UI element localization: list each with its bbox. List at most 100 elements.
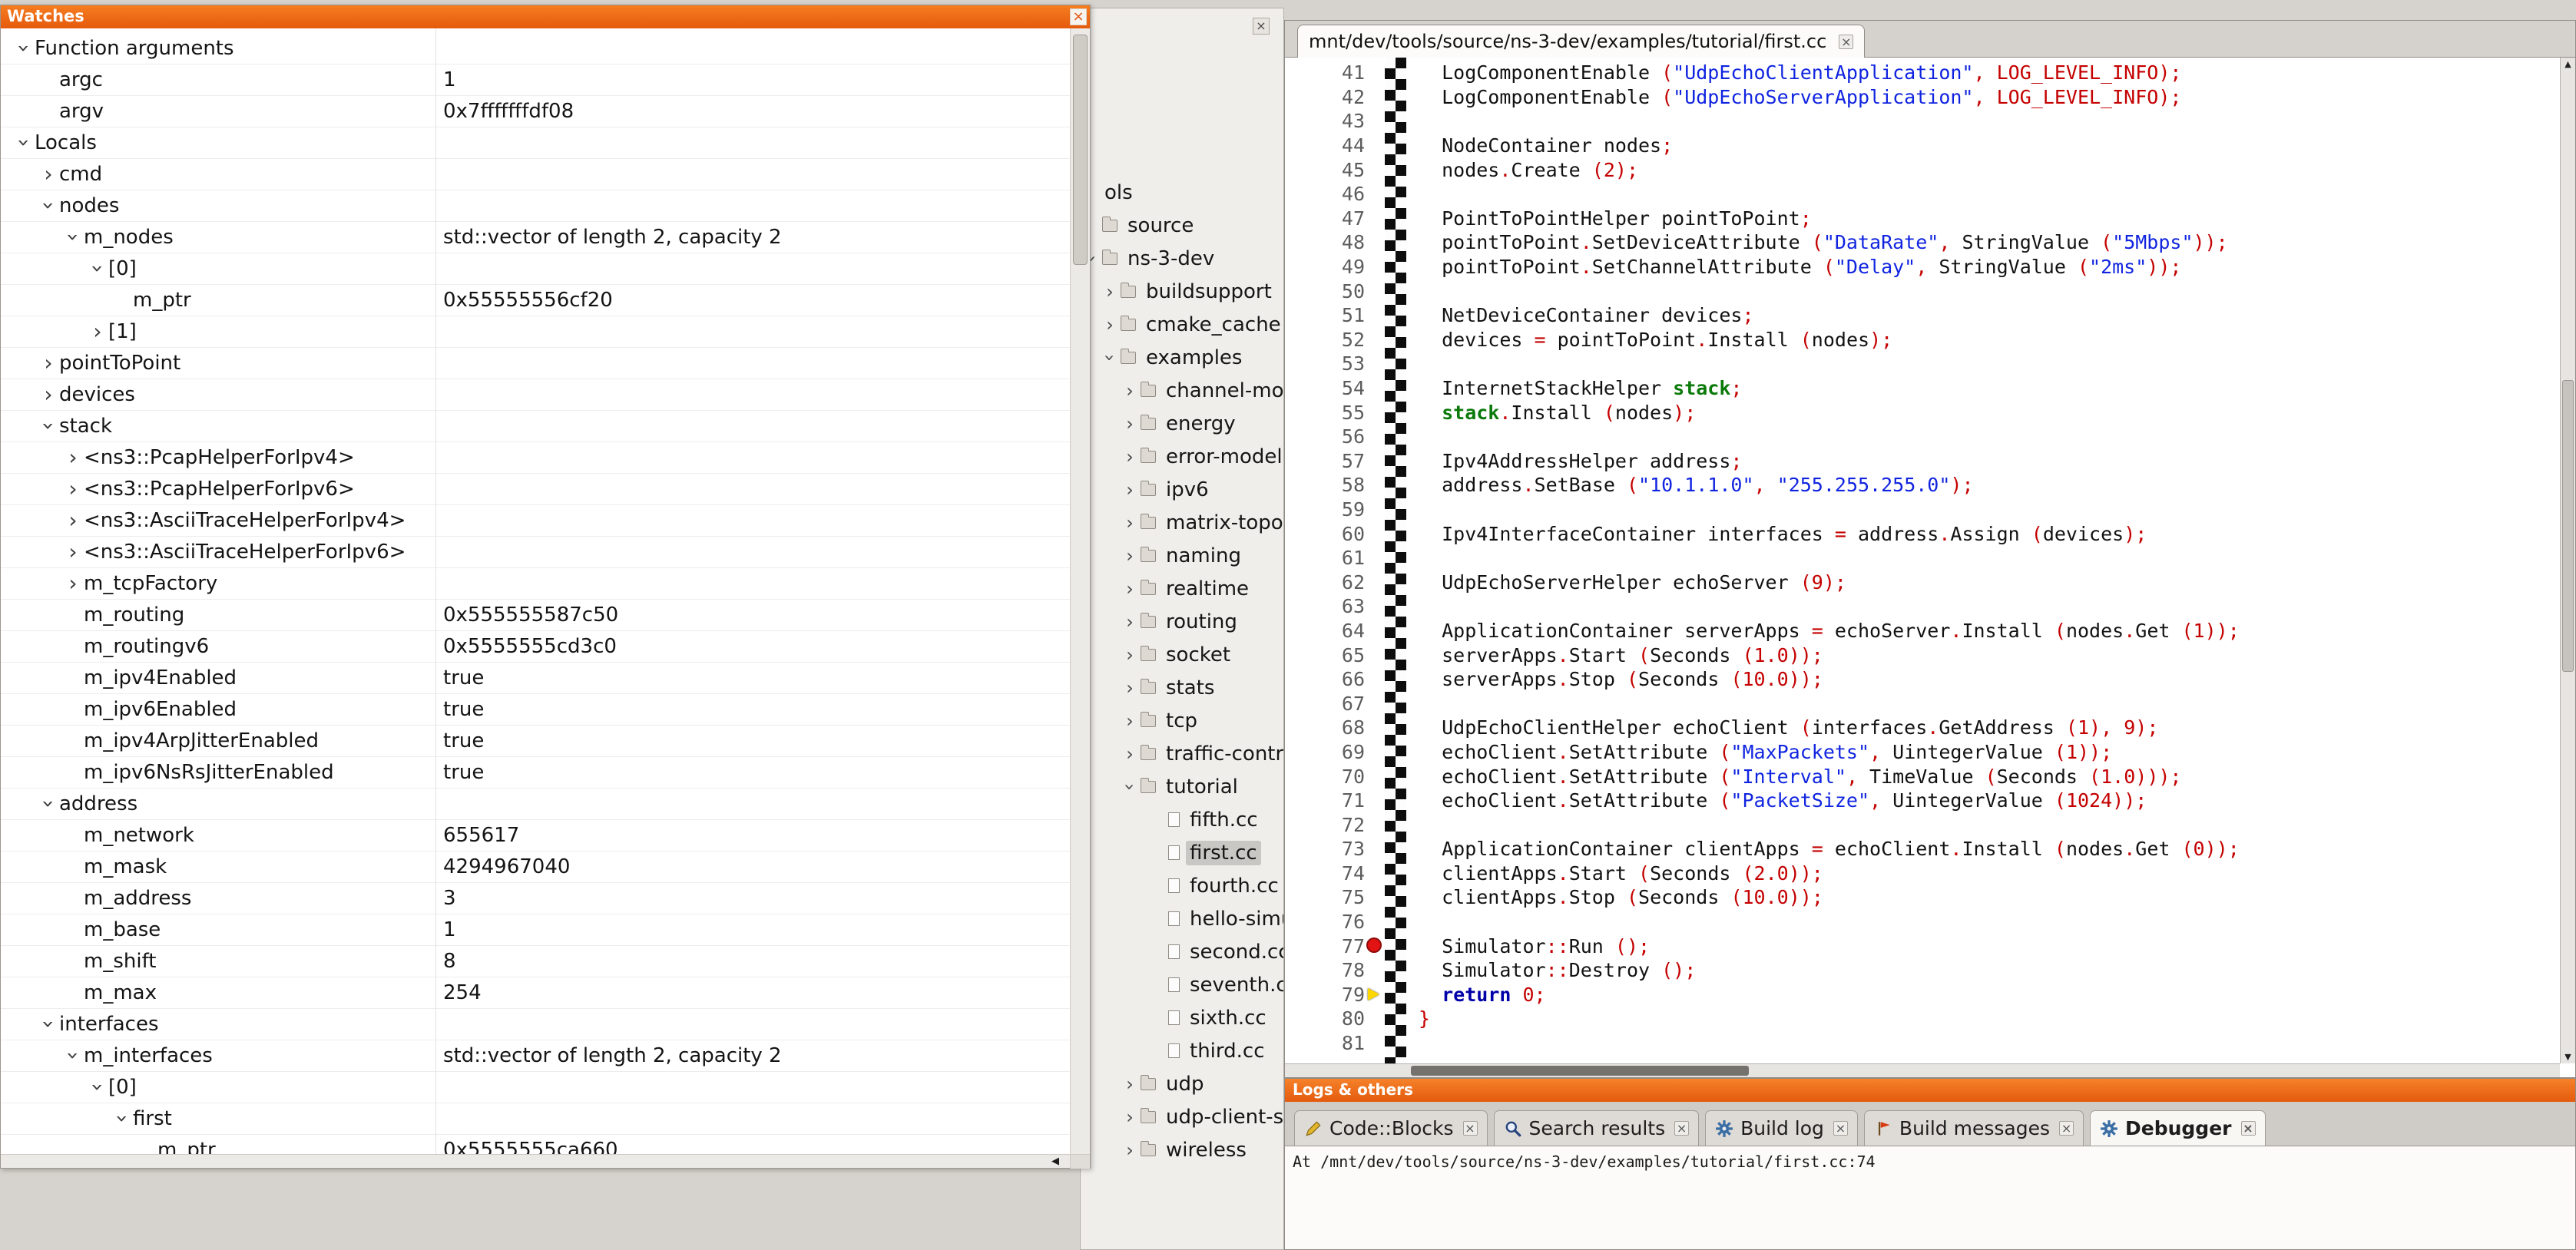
- gutter-marker-cell[interactable]: [1365, 667, 1385, 692]
- tree-item-third-cc[interactable]: ›third.cc: [1081, 1034, 1283, 1067]
- code-editor[interactable]: 41 LogComponentEnable ("UdpEchoClientApp…: [1285, 58, 2560, 1063]
- gutter-marker-cell[interactable]: [1365, 958, 1385, 983]
- collapse-icon[interactable]: ›: [13, 132, 35, 154]
- expand-icon[interactable]: ›: [1121, 745, 1139, 763]
- watch-row-devices[interactable]: ›devices: [1, 379, 1070, 411]
- tree-item-ols[interactable]: ›ols: [1081, 176, 1283, 209]
- editor-vertical-scrollbar[interactable]: ▲ ▼: [2560, 58, 2575, 1063]
- gutter-marker-cell[interactable]: [1365, 861, 1385, 886]
- gutter-marker-cell[interactable]: [1365, 303, 1385, 328]
- gutter-marker-cell[interactable]: [1365, 546, 1385, 570]
- gutter-marker-cell[interactable]: [1365, 279, 1385, 303]
- expand-icon[interactable]: ›: [1121, 547, 1139, 565]
- watch-row-ns3-pcaphelperforipv6[interactable]: ›<ns3::PcapHelperForIpv6>: [1, 474, 1070, 505]
- tree-item-traffic-contro[interactable]: ›traffic-contro: [1081, 737, 1283, 770]
- gutter-marker-cell[interactable]: [1365, 812, 1385, 837]
- watch-row-ns3-asciitracehelperforipv6[interactable]: ›<ns3::AsciiTraceHelperForIpv6>: [1, 537, 1070, 568]
- tree-item-udp-client-ser[interactable]: ›udp-client-ser: [1081, 1100, 1283, 1133]
- expand-icon[interactable]: ›: [1121, 448, 1139, 466]
- watch-row-m-mask[interactable]: ›m_mask4294967040: [1, 852, 1070, 883]
- tree-item-channel-mod[interactable]: ›channel-mod: [1081, 374, 1283, 407]
- gutter-marker-cell[interactable]: [1365, 837, 1385, 861]
- scrollbar-thumb[interactable]: [1411, 1066, 1749, 1076]
- watch-row-stack[interactable]: ›stack: [1, 411, 1070, 442]
- gutter-marker-cell[interactable]: [1365, 498, 1385, 522]
- tree-item-socket[interactable]: ›socket: [1081, 638, 1283, 671]
- scroll-down-icon[interactable]: ▼: [2561, 1052, 2575, 1062]
- gutter-marker-cell[interactable]: [1365, 570, 1385, 594]
- watch-row-ns3-asciitracehelperforipv4[interactable]: ›<ns3::AsciiTraceHelperForIpv4>: [1, 505, 1070, 537]
- expand-icon[interactable]: ›: [1121, 1075, 1139, 1093]
- watch-row-first[interactable]: ›first: [1, 1103, 1070, 1135]
- expand-icon[interactable]: ›: [1121, 415, 1139, 433]
- gutter-marker-cell[interactable]: [1365, 182, 1385, 207]
- collapse-icon[interactable]: ›: [87, 1076, 108, 1098]
- logs-tab-code-blocks[interactable]: Code::Blocks×: [1294, 1110, 1488, 1146]
- watch-row-m-nodes[interactable]: ›m_nodesstd::vector of length 2, capacit…: [1, 222, 1070, 253]
- watch-row-argc[interactable]: ›argc1: [1, 64, 1070, 96]
- expand-icon[interactable]: ›: [1121, 646, 1139, 664]
- tree-item-energy[interactable]: ›energy: [1081, 407, 1283, 440]
- logs-panel-header[interactable]: Logs & others: [1285, 1079, 2575, 1102]
- tree-item-error-model[interactable]: ›error-model: [1081, 440, 1283, 473]
- watch-row-m-tcpfactory[interactable]: ›m_tcpFactory: [1, 568, 1070, 600]
- gutter-marker-cell[interactable]: [1365, 1031, 1385, 1056]
- close-icon[interactable]: ×: [2059, 1121, 2074, 1136]
- tree-item-routing[interactable]: ›routing: [1081, 605, 1283, 638]
- breakpoint-icon[interactable]: [1366, 938, 1382, 953]
- tree-item-wireless[interactable]: ›wireless: [1081, 1133, 1283, 1166]
- tree-item-ns-3-dev[interactable]: ›ns-3-dev: [1081, 242, 1283, 275]
- collapse-icon[interactable]: ›: [38, 793, 59, 815]
- expand-icon[interactable]: ›: [38, 164, 59, 185]
- expand-icon[interactable]: ›: [62, 541, 84, 563]
- gutter-marker-cell[interactable]: [1365, 400, 1385, 425]
- close-icon[interactable]: ×: [1833, 1121, 1848, 1136]
- gutter-marker-cell[interactable]: [1365, 983, 1385, 1007]
- collapse-icon[interactable]: ›: [111, 1108, 133, 1129]
- logs-tab-search-results[interactable]: Search results×: [1494, 1110, 1700, 1146]
- gutter-marker-cell[interactable]: [1365, 328, 1385, 352]
- gutter-marker-cell[interactable]: [1365, 716, 1385, 740]
- expand-icon[interactable]: ›: [1121, 481, 1139, 499]
- watch-row-m-routing[interactable]: ›m_routing0x555555587c50: [1, 600, 1070, 631]
- scrollbar-thumb[interactable]: [2562, 380, 2574, 672]
- expand-icon[interactable]: ›: [62, 573, 84, 594]
- expand-icon[interactable]: ›: [1121, 613, 1139, 631]
- scrollbar-thumb[interactable]: [1073, 35, 1088, 265]
- tree-item-sixth-cc[interactable]: ›sixth.cc: [1081, 1001, 1283, 1034]
- editor-tab-first-cc[interactable]: mnt/dev/tools/source/ns-3-dev/examples/t…: [1297, 25, 1865, 58]
- tree-item-naming[interactable]: ›naming: [1081, 539, 1283, 572]
- watch-row-argv[interactable]: ›argv0x7fffffffdf08: [1, 96, 1070, 127]
- scroll-up-icon[interactable]: ▲: [2561, 59, 2575, 69]
- watch-row-function-arguments[interactable]: ›Function arguments: [1, 33, 1070, 64]
- expand-icon[interactable]: ›: [62, 447, 84, 468]
- gutter-marker-cell[interactable]: [1365, 61, 1385, 85]
- gutter-marker-cell[interactable]: [1365, 934, 1385, 958]
- watch-row-m-routingv6[interactable]: ›m_routingv60x5555555cd3c0: [1, 631, 1070, 663]
- watch-row-m-base[interactable]: ›m_base1: [1, 914, 1070, 946]
- gutter-marker-cell[interactable]: [1365, 109, 1385, 134]
- gutter-marker-cell[interactable]: [1365, 473, 1385, 498]
- collapse-icon[interactable]: ›: [87, 258, 108, 279]
- tree-item-cmake-cache[interactable]: ›cmake_cache: [1081, 308, 1283, 341]
- gutter-marker-cell[interactable]: [1365, 376, 1385, 401]
- close-icon[interactable]: ×: [2241, 1121, 2256, 1136]
- collapse-icon[interactable]: ›: [13, 38, 35, 59]
- gutter-marker-cell[interactable]: [1365, 449, 1385, 474]
- gutter-marker-cell[interactable]: [1365, 691, 1385, 716]
- tree-item-matrix-topol[interactable]: ›matrix-topol: [1081, 506, 1283, 539]
- expand-icon[interactable]: ›: [62, 510, 84, 531]
- collapse-icon[interactable]: ›: [62, 1045, 84, 1066]
- expand-icon[interactable]: ›: [1121, 712, 1139, 730]
- watch-row-m-ptr[interactable]: ›m_ptr0x55555556cf20: [1, 285, 1070, 316]
- gutter-marker-cell[interactable]: [1365, 910, 1385, 934]
- expand-icon[interactable]: ›: [1121, 1141, 1139, 1159]
- watches-horizontal-scrollbar[interactable]: ◀: [1, 1154, 1090, 1168]
- tree-item-tutorial[interactable]: ›tutorial: [1081, 770, 1283, 803]
- tree-item-udp[interactable]: ›udp: [1081, 1067, 1283, 1100]
- watch-row-ns3-pcaphelperforipv4[interactable]: ›<ns3::PcapHelperForIpv4>: [1, 442, 1070, 474]
- close-icon[interactable]: ×: [1674, 1121, 1689, 1136]
- watch-row-m-network[interactable]: ›m_network655617: [1, 820, 1070, 852]
- tree-item-hello-simul[interactable]: ›hello-simul: [1081, 902, 1283, 935]
- close-icon[interactable]: ×: [1253, 18, 1270, 35]
